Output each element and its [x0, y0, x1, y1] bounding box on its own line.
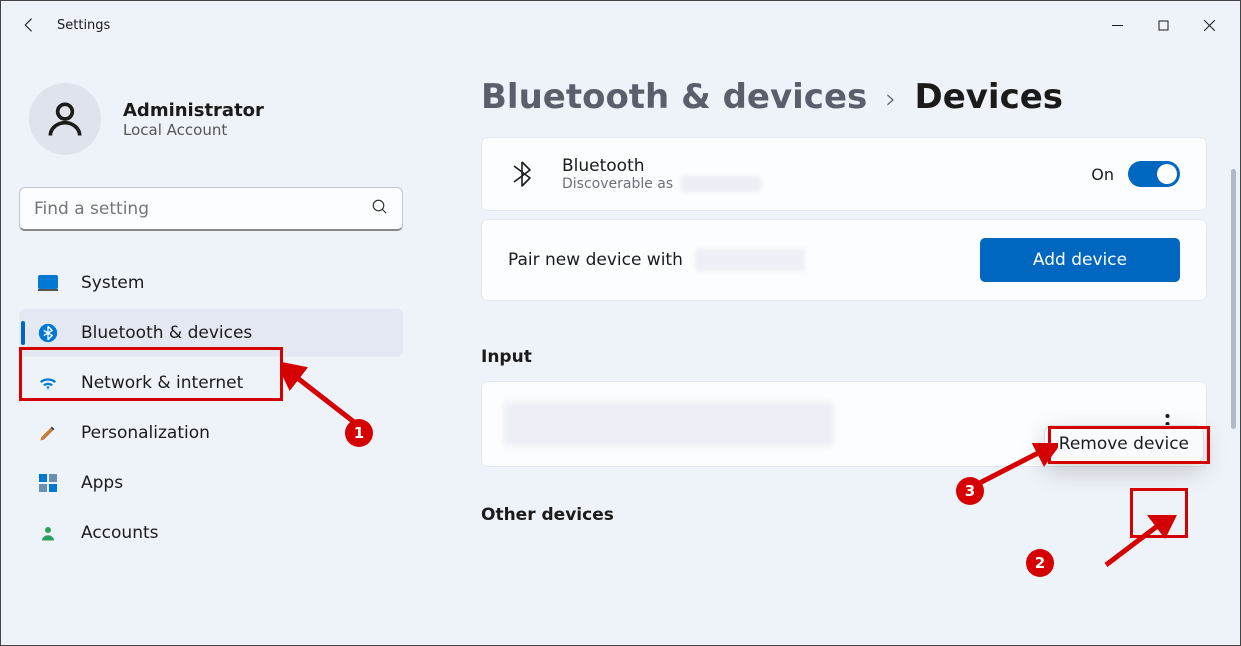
- brush-icon: [37, 422, 59, 444]
- bluetooth-icon: [37, 322, 59, 344]
- annotation-badge-1: 1: [345, 419, 373, 447]
- search-input[interactable]: [19, 187, 403, 231]
- annotation-box-1: [19, 347, 283, 401]
- window-controls: [1094, 9, 1232, 41]
- breadcrumb: Bluetooth & devices › Devices: [481, 77, 1210, 117]
- bluetooth-card: Bluetooth Discoverable as On: [481, 137, 1207, 211]
- bluetooth-title: Bluetooth: [562, 156, 1065, 176]
- user-name: Administrator: [123, 100, 264, 121]
- accounts-icon: [37, 522, 59, 544]
- redacted-host-name: [695, 249, 805, 271]
- nav-accounts[interactable]: Accounts: [19, 509, 403, 557]
- scrollbar[interactable]: [1231, 169, 1236, 429]
- annotation-badge-3: 3: [956, 477, 984, 505]
- nav-label: System: [81, 273, 144, 293]
- pair-card: Pair new device with Add device: [481, 219, 1207, 301]
- titlebar: Settings: [1, 1, 1240, 49]
- nav-label: Bluetooth & devices: [81, 323, 252, 343]
- nav-label: Accounts: [81, 523, 159, 543]
- annotation-box-3: [1048, 426, 1210, 464]
- redacted-input-device: [504, 402, 834, 446]
- annotation-badge-2: 2: [1026, 549, 1054, 577]
- nav-apps[interactable]: Apps: [19, 459, 403, 507]
- toggle-state-label: On: [1091, 165, 1114, 184]
- nav-system[interactable]: System: [19, 259, 403, 307]
- breadcrumb-current: Devices: [914, 77, 1063, 117]
- user-type: Local Account: [123, 121, 264, 139]
- close-button[interactable]: [1186, 9, 1232, 41]
- pair-text: Pair new device with: [508, 250, 683, 270]
- maximize-button[interactable]: [1140, 9, 1186, 41]
- avatar: [29, 83, 101, 155]
- app-title: Settings: [57, 18, 110, 33]
- minimize-button[interactable]: [1094, 9, 1140, 41]
- annotation-arrow-2: [1100, 515, 1180, 575]
- bluetooth-icon: [508, 160, 536, 188]
- redacted-device-name: [681, 176, 761, 192]
- user-profile[interactable]: Administrator Local Account: [19, 67, 403, 173]
- system-icon: [37, 272, 59, 294]
- back-button[interactable]: [9, 5, 49, 45]
- bluetooth-subtitle: Discoverable as: [562, 176, 673, 192]
- breadcrumb-parent[interactable]: Bluetooth & devices: [481, 77, 867, 117]
- section-input-header: Input: [481, 347, 1210, 367]
- add-device-button[interactable]: Add device: [980, 238, 1180, 282]
- search-icon: [371, 198, 389, 220]
- apps-icon: [37, 472, 59, 494]
- bluetooth-toggle[interactable]: [1128, 161, 1180, 187]
- chevron-right-icon: ›: [885, 82, 896, 115]
- nav-label: Apps: [81, 473, 123, 493]
- search-box[interactable]: [19, 187, 403, 231]
- nav-label: Personalization: [81, 423, 210, 443]
